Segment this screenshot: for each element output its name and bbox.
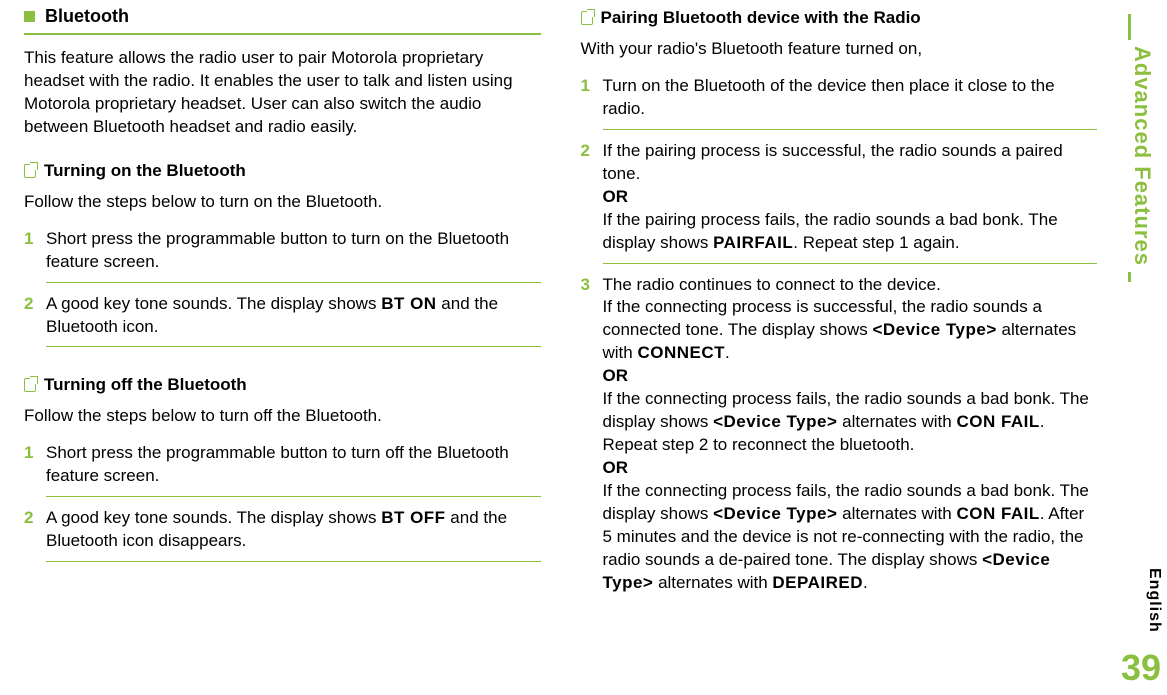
display-code: DEPAIRED <box>772 573 863 592</box>
display-code: CONNECT <box>637 343 725 362</box>
step-number: 1 <box>581 75 603 136</box>
lead-text: Follow the steps below to turn on the Bl… <box>24 191 541 214</box>
step-item: 1 Turn on the Bluetooth of the device th… <box>581 75 1098 136</box>
step-item: 2 A good key tone sounds. The display sh… <box>24 293 541 354</box>
subheading-text: Turning on the Bluetooth <box>44 161 246 181</box>
step-text: alternates with <box>837 504 956 523</box>
step-body: Short press the programmable button to t… <box>46 228 541 283</box>
step-body: If the pairing process is successful, th… <box>603 140 1098 264</box>
step-number: 1 <box>24 228 46 289</box>
right-column: Pairing Bluetooth device with the Radio … <box>581 0 1098 695</box>
heading-text: Bluetooth <box>45 6 129 27</box>
step-text: A good key tone sounds. The display show… <box>46 294 381 313</box>
step-body: Short press the programmable button to t… <box>46 442 541 497</box>
step-body: A good key tone sounds. The display show… <box>46 507 541 562</box>
step-number: 2 <box>581 140 603 270</box>
lead-text: Follow the steps below to turn off the B… <box>24 405 541 428</box>
display-code: CON FAIL <box>956 412 1039 431</box>
step-text: alternates with <box>837 412 956 431</box>
display-code: BT OFF <box>381 508 445 527</box>
device-type: <Device Type> <box>713 504 837 523</box>
side-language-label: English <box>1145 568 1163 633</box>
page-content: Bluetooth This feature allows the radio … <box>0 0 1167 695</box>
or-label: OR <box>603 187 629 206</box>
procedure-icon <box>581 11 593 25</box>
step-text: The radio continues to connect to the de… <box>603 275 941 294</box>
step-number: 3 <box>581 274 603 599</box>
subheading-turn-on: Turning on the Bluetooth <box>24 161 541 181</box>
step-number: 2 <box>24 293 46 354</box>
display-code: CON FAIL <box>956 504 1039 523</box>
step-item: 2 If the pairing process is successful, … <box>581 140 1098 270</box>
step-item: 1 Short press the programmable button to… <box>24 442 541 503</box>
or-label: OR <box>603 366 629 385</box>
step-text: . <box>863 573 868 592</box>
page-number: 39 <box>1121 647 1161 689</box>
display-code: PAIRFAIL <box>713 233 793 252</box>
heading-underline <box>24 33 541 35</box>
step-number: 1 <box>24 442 46 503</box>
subheading-text: Pairing Bluetooth device with the Radio <box>601 8 921 28</box>
subheading-text: Turning off the Bluetooth <box>44 375 247 395</box>
device-type: <Device Type> <box>872 320 996 339</box>
step-item: 1 Short press the programmable button to… <box>24 228 541 289</box>
intro-paragraph: This feature allows the radio user to pa… <box>24 47 541 139</box>
left-column: Bluetooth This feature allows the radio … <box>24 0 541 695</box>
section-heading-bluetooth: Bluetooth <box>24 6 541 27</box>
step-item: 3 The radio continues to connect to the … <box>581 274 1098 599</box>
step-item: 2 A good key tone sounds. The display sh… <box>24 507 541 568</box>
procedure-icon <box>24 378 36 392</box>
step-text: A good key tone sounds. The display show… <box>46 508 381 527</box>
display-code: BT ON <box>381 294 436 313</box>
subheading-pairing: Pairing Bluetooth device with the Radio <box>581 8 1098 28</box>
step-number: 2 <box>24 507 46 568</box>
step-body: Turn on the Bluetooth of the device then… <box>603 75 1098 130</box>
procedure-icon <box>24 164 36 178</box>
bullet-square-icon <box>24 11 35 22</box>
lead-text: With your radio's Bluetooth feature turn… <box>581 38 1098 61</box>
side-tab-label: Advanced Features <box>1125 40 1159 272</box>
step-text: If the pairing process is successful, th… <box>603 141 1063 183</box>
device-type: <Device Type> <box>713 412 837 431</box>
step-body: The radio continues to connect to the de… <box>603 274 1098 595</box>
step-text: . <box>725 343 730 362</box>
or-label: OR <box>603 458 629 477</box>
step-text: . Repeat step 1 again. <box>793 233 959 252</box>
subheading-turn-off: Turning off the Bluetooth <box>24 375 541 395</box>
step-body: A good key tone sounds. The display show… <box>46 293 541 348</box>
step-text: alternates with <box>653 573 772 592</box>
